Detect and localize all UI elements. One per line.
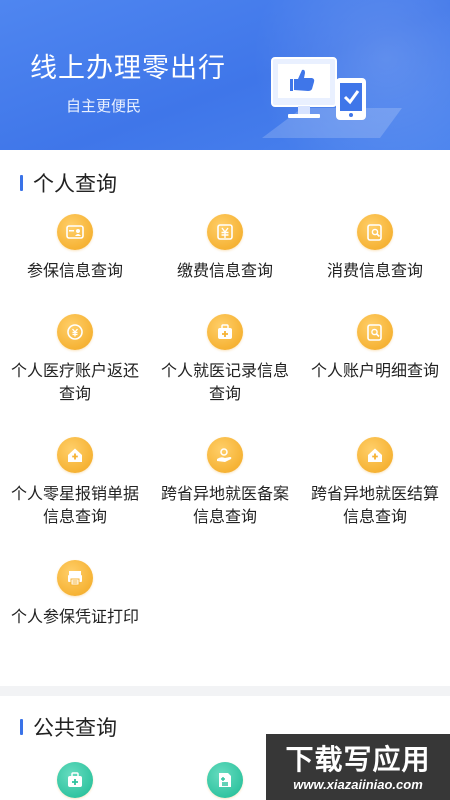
print-certificate-icon [57,560,93,596]
account-detail-icon [357,314,393,350]
query-item-medical-account-refund[interactable]: 个人医疗账户返还查询 [0,314,150,405]
insurance-card-icon [57,214,93,250]
query-item-medical-records[interactable]: 个人就医记录信息查询 [150,314,300,405]
computer-thumbs-up-illustration [262,57,402,138]
hand-record-icon [207,437,243,473]
query-item-payment-info[interactable]: 缴费信息查询 [150,214,300,282]
query-item-label: 跨省异地就医备案信息查询 [160,484,289,526]
query-item-label: 个人医疗账户返还查询 [10,361,139,403]
section-header-personal: 个人查询 [20,170,117,196]
section-title-public: 公共查询 [33,716,117,740]
banner-title: 线上办理零出行 [30,53,226,84]
query-item-label: 个人就医记录信息查询 [160,361,289,403]
watermark-url-text: www.xiazaiiniao.com [293,776,423,792]
section-accent-bar [20,175,23,191]
query-item-certificate-print[interactable]: 个人参保凭证打印 [0,560,150,628]
home-settle-icon [357,437,393,473]
watermark-main-text: 下载写应用 [285,742,431,776]
query-item-label: 消费信息查询 [326,261,423,280]
query-item-label: 参保信息查询 [26,261,123,280]
query-item-reimbursement-receipts[interactable]: 个人零星报销单据信息查询 [0,437,150,528]
consumption-search-icon [357,214,393,250]
query-item-consumption-info[interactable]: 消费信息查询 [300,214,450,282]
medical-kit-icon [207,314,243,350]
personal-query-section: 个人查询 参保信息查询 缴费信息查询 消费信息查询 个人医疗账户返还查询 个人就… [0,150,450,686]
query-item-cross-province-settlement[interactable]: 跨省异地就医结算信息查询 [300,437,450,528]
section-divider [0,686,450,696]
hero-banner: 线上办理零出行 自主更便民 [0,0,450,150]
section-title-personal: 个人查询 [33,172,117,196]
section-header-public: 公共查询 [20,714,117,740]
home-reimburse-icon [57,437,93,473]
query-item-cross-province-filing[interactable]: 跨省异地就医备案信息查询 [150,437,300,528]
refund-coin-icon [57,314,93,350]
query-item-label: 个人参保凭证打印 [10,607,139,626]
payment-yuan-icon [207,214,243,250]
medical-kit-icon [57,762,93,798]
banner-subtitle: 自主更便民 [66,97,142,115]
medical-document-icon [207,762,243,798]
section-accent-bar [20,719,23,735]
public-query-item[interactable] [0,762,150,798]
query-item-label: 个人账户明细查询 [310,361,439,380]
query-item-label: 缴费信息查询 [176,261,273,280]
query-item-label: 个人零星报销单据信息查询 [10,484,139,526]
query-item-account-detail[interactable]: 个人账户明细查询 [300,314,450,382]
site-watermark: 下载写应用 www.xiazaiiniao.com [266,734,450,800]
query-item-label: 跨省异地就医结算信息查询 [310,484,439,526]
query-item-insurance-info[interactable]: 参保信息查询 [0,214,150,282]
